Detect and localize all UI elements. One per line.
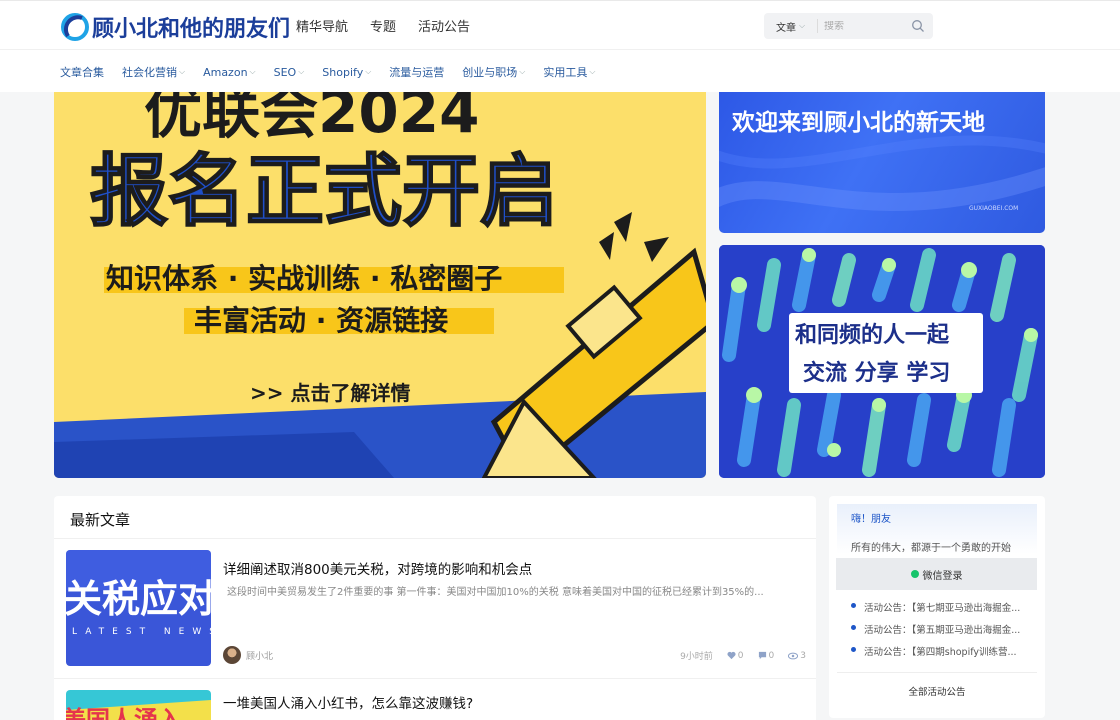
chevron-down-icon: ⌵ (249, 67, 256, 76)
banner-line4: 丰富活动 · 资源链接 (194, 304, 448, 337)
watermark-text: GUXIAOBEI.COM (969, 205, 1018, 212)
search-input[interactable] (818, 20, 908, 32)
category-item-amazon[interactable]: Amazon ⌵ (203, 64, 256, 80)
likes-value: 0 (737, 650, 744, 661)
search-type-select[interactable]: 文章 ⌵ (764, 19, 818, 34)
greeting-text: 嗨！朋友 (851, 514, 891, 525)
banner-line2: 报名正式开启 (90, 147, 558, 237)
comments-count[interactable]: 0 (758, 650, 775, 661)
announcement-item[interactable]: 活动公告：【第四期shopify训练营... (849, 644, 1039, 666)
nav-item-featured[interactable]: 精华导航 (296, 16, 348, 35)
welcome-banner[interactable]: 欢迎来到顾小北的新天地 GUXIAOBEI.COM (719, 92, 1045, 233)
greeting-quote: 所有的伟大，都源于一个勇敢的开始 (851, 543, 1011, 554)
chevron-down-icon: ⌵ (179, 67, 186, 76)
category-item-shopify[interactable]: Shopify ⌵ (322, 64, 371, 80)
chevron-down-icon: ⌵ (519, 67, 526, 76)
heart-icon (727, 651, 736, 660)
main-nav: 精华导航 专题 活动公告 (296, 16, 470, 35)
welcome-text: 欢迎来到顾小北的新天地 (731, 109, 985, 136)
category-label: Amazon (203, 65, 248, 79)
article-thumbnail[interactable]: 关税应对 LATEST NEWS (66, 550, 211, 666)
thumb-subtext: LATEST NEWS (72, 627, 211, 637)
chevron-down-icon: ⌵ (298, 67, 305, 76)
category-label: SEO (273, 65, 297, 79)
chevron-down-icon: ⌵ (365, 67, 372, 76)
main-banner-art: 优联会2024 报名正式开启 知识体系 · 实战训练 · 私密圈子 丰富活动 ·… (54, 92, 706, 478)
wechat-login-button[interactable]: 微信登录 (836, 558, 1037, 590)
main-banner[interactable]: 优联会2024 报名正式开启 知识体系 · 实战训练 · 私密圈子 丰富活动 ·… (54, 92, 706, 478)
category-label: 创业与职场 (462, 66, 518, 79)
all-announcements-link[interactable]: 全部活动公告 (829, 684, 1045, 698)
article-thumbnail-art: 关税应对 LATEST NEWS (66, 550, 211, 666)
banner-line1: 优联会2024 (144, 92, 479, 146)
article-card[interactable]: 关税应对 LATEST NEWS 详细阐述取消800美元关税，对跨境的影响和机会… (66, 550, 806, 666)
search-icon[interactable] (911, 19, 925, 33)
comments-value: 0 (768, 650, 775, 661)
category-label: Shopify (322, 65, 364, 79)
article-title[interactable]: 一堆美国人涌入小红书，怎么靠这波赚钱? (223, 692, 473, 712)
chevron-down-icon: ⌵ (798, 21, 806, 30)
community-line1: 和同频的人一起 (795, 322, 950, 348)
avatar[interactable] (223, 646, 241, 664)
views-count: 3 (788, 651, 806, 661)
category-item-tools[interactable]: 实用工具 ⌵ (543, 64, 595, 80)
sidebar-panel: 嗨！朋友 所有的伟大，都源于一个勇敢的开始 微信登录 活动公告：【第七期亚马逊出… (829, 496, 1045, 718)
category-label: 文章合集 (60, 66, 104, 79)
logo-mark-icon (61, 13, 89, 41)
category-item-traffic[interactable]: 流量与运营 (389, 64, 444, 80)
article-card[interactable]: 美国人涌入 一堆美国人涌入小红书，怎么靠这波赚钱? (66, 690, 806, 720)
article-thumbnail-art: 美国人涌入 (66, 690, 211, 720)
community-line2: 交流 分享 学习 (803, 360, 950, 386)
article-meta: 9小时前 0 0 3 (680, 649, 806, 663)
site-title: 顾小北和他的朋友们 (92, 17, 291, 42)
chevron-down-icon: ⌵ (589, 67, 596, 76)
category-item-career[interactable]: 创业与职场 ⌵ (462, 64, 525, 80)
latest-articles-panel: 最新文章 关税应对 LATEST NEWS 详细阐述取消800美元关税，对跨境的… (54, 496, 816, 720)
category-label: 社会化营销 (122, 66, 177, 79)
community-banner[interactable]: 和同频的人一起 交流 分享 学习 (719, 245, 1045, 478)
nav-item-topics[interactable]: 专题 (370, 16, 396, 35)
announcement-list: 活动公告：【第七期亚马逊出海掘金... 活动公告：【第五期亚马逊出海掘金... … (849, 600, 1039, 666)
banner-cta[interactable]: >> 点击了解详情 (250, 381, 410, 405)
banner-line3: 知识体系 · 实战训练 · 私密圈子 (106, 262, 502, 295)
announcement-item[interactable]: 活动公告：【第七期亚马逊出海掘金... (849, 600, 1039, 622)
article-author[interactable]: 顾小北 (223, 646, 273, 664)
search-type-label: 文章 (775, 22, 796, 34)
category-nav: 文章合集 社会化营销 ⌵ Amazon ⌵ SEO ⌵ Shopify ⌵ 流量与运营 … (0, 50, 1120, 92)
wechat-icon (910, 570, 919, 578)
thumb-text: 关税应对 (66, 577, 211, 621)
welcome-banner-art: 欢迎来到顾小北的新天地 GUXIAOBEI.COM (719, 109, 1045, 212)
wechat-login-label: 微信登录 (922, 570, 963, 582)
category-label: 流量与运营 (389, 66, 445, 79)
search-box: 文章 ⌵ (764, 13, 933, 39)
category-item-social-marketing[interactable]: 社会化营销 ⌵ (122, 64, 185, 80)
comment-icon (758, 651, 766, 660)
category-item-collection[interactable]: 文章合集 (60, 64, 104, 80)
community-banner-art: 和同频的人一起 交流 分享 学习 (719, 245, 1045, 478)
latest-articles-title: 最新文章 (70, 511, 131, 529)
article-excerpt: 这段时间中美贸易发生了2件重要的事 第一件事：美国对中国加10%的关税 意味着美… (227, 587, 764, 598)
site-logo[interactable]: 顾小北和他的朋友们 (60, 5, 290, 49)
author-name: 顾小北 (246, 651, 274, 662)
likes-count[interactable]: 0 (727, 651, 744, 661)
divider (54, 678, 816, 679)
views-value: 3 (800, 650, 806, 661)
category-label: 实用工具 (543, 66, 588, 79)
category-item-seo[interactable]: SEO ⌵ (274, 64, 305, 80)
divider (54, 538, 816, 539)
announcement-item[interactable]: 活动公告：【第五期亚马逊出海掘金... (849, 622, 1039, 644)
article-thumbnail[interactable]: 美国人涌入 (66, 690, 211, 720)
article-time: 9小时前 (680, 652, 713, 662)
thumb-text: 美国人涌入 (66, 706, 182, 720)
nav-item-events[interactable]: 活动公告 (418, 16, 470, 35)
divider (837, 672, 1037, 673)
top-header: 顾小北和他的朋友们 精华导航 专题 活动公告 文章 ⌵ (0, 0, 1120, 50)
article-title[interactable]: 详细阐述取消800美元关税，对跨境的影响和机会点 (223, 558, 532, 578)
eye-icon (788, 652, 799, 659)
